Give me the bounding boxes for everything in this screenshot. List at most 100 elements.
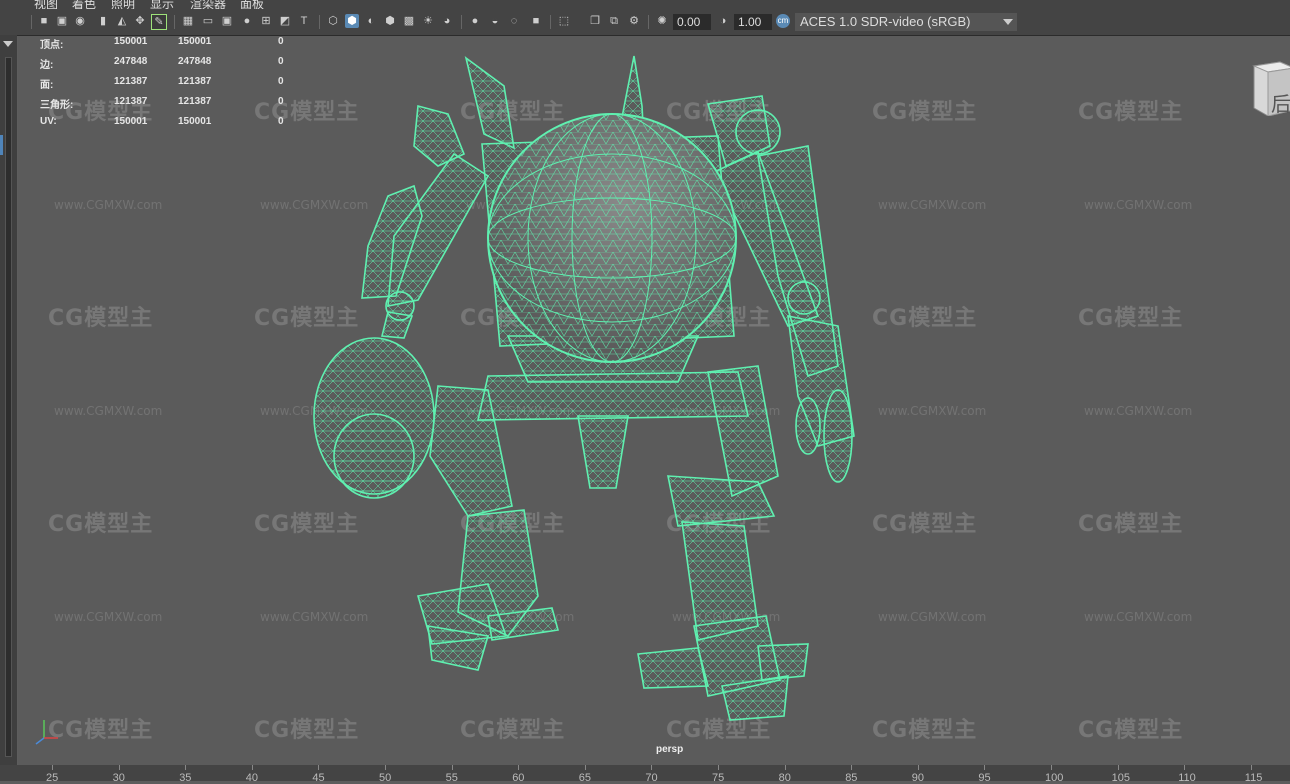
hud-label: 顶点: bbox=[40, 40, 64, 51]
viewport-persp[interactable]: CG模型主 CG模型主 CG模型主 CG模型主 CG模型主 CG模型主 CG模型主 CG模型主… bbox=[18, 36, 1290, 765]
bookmark-icon[interactable]: ▮ bbox=[96, 14, 110, 28]
gate-mask-icon[interactable]: ● bbox=[240, 14, 254, 28]
safe-action-icon[interactable]: ◩ bbox=[278, 14, 292, 28]
robot-wireframe[interactable] bbox=[18, 36, 1290, 765]
menu-panels[interactable]: 面板 bbox=[240, 0, 264, 9]
hud-row: UV: 150001 150001 0 bbox=[40, 116, 340, 136]
ruler-tick bbox=[451, 765, 453, 770]
image-plane-icon[interactable]: ◭ bbox=[115, 14, 129, 28]
menu-shading[interactable]: 着色 bbox=[72, 0, 96, 9]
film-gate-icon[interactable]: ▭ bbox=[201, 14, 215, 28]
toolbar-separator bbox=[461, 15, 462, 29]
hud-value-selected: 121387 bbox=[178, 96, 212, 107]
hud-row: 顶点: 150001 150001 0 bbox=[40, 36, 340, 56]
exposure-icon[interactable]: ✺ bbox=[655, 14, 669, 28]
ruler-tick bbox=[651, 765, 653, 770]
camera-name: persp bbox=[656, 744, 684, 755]
hud-value-extra: 0 bbox=[278, 76, 284, 87]
hud-value-selected: 150001 bbox=[178, 116, 212, 127]
hud-label: UV: bbox=[40, 116, 57, 127]
exposure-field[interactable]: 0.00 bbox=[673, 14, 711, 30]
menu-view[interactable]: 视图 bbox=[34, 0, 58, 9]
scrollbar[interactable] bbox=[5, 57, 12, 757]
gamma-field[interactable]: 1.00 bbox=[734, 14, 772, 30]
ruler-tick bbox=[1051, 765, 1052, 770]
hud-value-total: 121387 bbox=[114, 96, 148, 107]
toolbar-separator bbox=[174, 15, 175, 29]
hud-value-extra: 0 bbox=[278, 116, 284, 127]
toolbar-separator bbox=[31, 15, 32, 29]
ruler-tick bbox=[385, 765, 386, 770]
lock-camera-icon[interactable]: ▣ bbox=[55, 14, 69, 28]
menu-bar: 视图 着色 照明 显示 渲染器 面板 bbox=[0, 0, 1290, 9]
ruler-tick bbox=[185, 765, 187, 770]
resolution-gate-icon[interactable]: ▣ bbox=[220, 14, 234, 28]
grid-icon[interactable]: ▦ bbox=[181, 14, 195, 28]
time-slider[interactable]: 25 30 35 40 45 50 55 60 65 70 75 80 85 90 95 100 105 110 1… bbox=[0, 765, 1290, 784]
ruler-tick-label: 90 bbox=[911, 772, 925, 784]
ruler-tick-label: 60 bbox=[512, 772, 525, 784]
hud-label: 面: bbox=[40, 80, 54, 91]
left-strip bbox=[0, 35, 17, 765]
menu-renderer[interactable]: 渲染器 bbox=[190, 0, 226, 9]
safe-title-icon[interactable]: T bbox=[297, 14, 311, 28]
menu-show[interactable]: 显示 bbox=[150, 0, 174, 9]
hud-value-extra: 0 bbox=[278, 96, 284, 107]
toolbar-separator bbox=[648, 15, 649, 29]
xray-icon[interactable]: ❐ bbox=[588, 14, 602, 28]
wireframe-on-shaded-icon[interactable]: ▩ bbox=[402, 14, 416, 28]
hud-value-extra: 0 bbox=[278, 56, 284, 67]
toolbar-separator bbox=[550, 15, 551, 29]
ruler-tick-label: 75 bbox=[712, 772, 725, 784]
screen-space-ao-icon[interactable]: ● bbox=[468, 14, 482, 28]
shadows-icon[interactable]: ◕ bbox=[440, 14, 454, 28]
chevron-down-icon bbox=[1003, 19, 1013, 25]
ruler-tick-label: 35 bbox=[179, 772, 192, 784]
ruler-tick bbox=[917, 765, 919, 770]
ruler-tick bbox=[52, 765, 53, 770]
hud-value-total: 150001 bbox=[114, 116, 148, 127]
view-transform-label: ACES 1.0 SDR-video (sRGB) bbox=[800, 14, 971, 29]
ruler-tick-label: 45 bbox=[312, 772, 325, 784]
hud-value-selected: 121387 bbox=[178, 76, 212, 87]
ruler-tick bbox=[518, 765, 520, 770]
default-material-icon[interactable]: ◐ bbox=[364, 14, 378, 28]
wireframe-icon[interactable]: ⬡ bbox=[326, 14, 340, 28]
axis-gizmo bbox=[35, 720, 58, 745]
textured-icon[interactable]: ⬢ bbox=[383, 14, 397, 28]
hud-value-extra: 0 bbox=[278, 36, 284, 47]
gamma-icon[interactable]: ◑ bbox=[716, 14, 730, 28]
motion-blur-icon[interactable]: ◒ bbox=[488, 14, 502, 28]
use-all-lights-icon[interactable]: ☀ bbox=[421, 14, 435, 28]
ruler-tick bbox=[984, 765, 986, 770]
ruler-tick-label: 80 bbox=[778, 772, 791, 784]
viewcube-face-label: 后 bbox=[1271, 92, 1290, 116]
ruler-tick-label: 100 bbox=[1045, 772, 1064, 784]
toolbar-separator bbox=[319, 15, 320, 29]
ruler-tick bbox=[318, 765, 320, 770]
ruler-tick-label: 30 bbox=[112, 772, 125, 784]
hud-row: 边: 247848 247848 0 bbox=[40, 56, 340, 76]
hud-value-selected: 247848 bbox=[178, 56, 212, 67]
ruler-tick bbox=[1250, 765, 1252, 770]
xray-joints-icon[interactable]: ⧉ bbox=[607, 14, 621, 28]
smooth-shade-icon[interactable]: ⬢ bbox=[345, 14, 359, 28]
select-camera-icon[interactable]: ■ bbox=[37, 14, 51, 28]
xray-components-icon[interactable]: ⚙ bbox=[627, 14, 641, 28]
view-transform-dropdown[interactable]: ACES 1.0 SDR-video (sRGB) bbox=[795, 13, 1017, 31]
ruler-tick bbox=[584, 765, 586, 770]
hud-value-total: 150001 bbox=[114, 36, 148, 47]
ruler-tick bbox=[718, 765, 719, 770]
field-chart-icon[interactable]: ⊞ bbox=[259, 14, 273, 28]
anti-aliasing-icon[interactable]: ◌ bbox=[507, 14, 521, 28]
grease-pencil-icon[interactable]: ✎ bbox=[151, 14, 167, 30]
isolate-select-icon[interactable]: ⬚ bbox=[557, 14, 571, 28]
color-management-icon[interactable]: cm bbox=[776, 14, 790, 28]
chevron-down-icon[interactable] bbox=[3, 41, 13, 47]
depth-of-field-icon[interactable]: ■ bbox=[529, 14, 543, 28]
2d-pan-zoom-icon[interactable]: ✥ bbox=[133, 14, 147, 28]
ruler-tick-label: 105 bbox=[1111, 772, 1130, 784]
ruler-tick-label: 95 bbox=[978, 772, 991, 784]
camera-attributes-icon[interactable]: ◉ bbox=[73, 14, 87, 28]
menu-lighting[interactable]: 照明 bbox=[111, 0, 135, 9]
